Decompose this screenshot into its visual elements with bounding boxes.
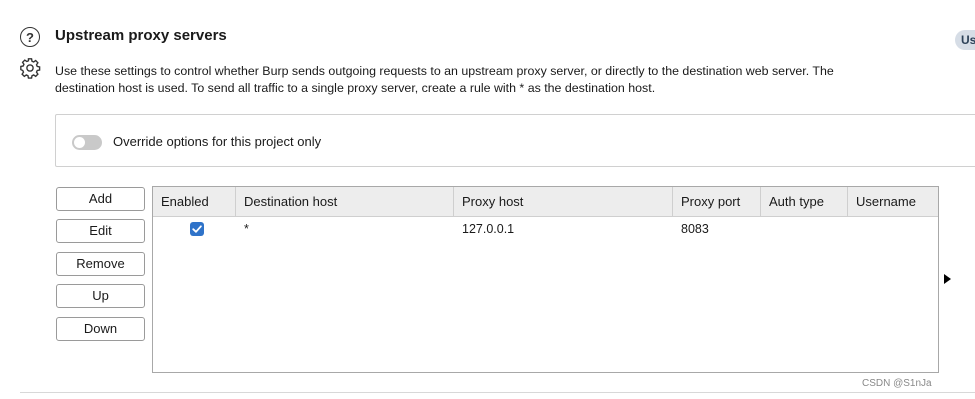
edit-button[interactable]: Edit bbox=[56, 219, 145, 243]
down-button[interactable]: Down bbox=[56, 317, 145, 341]
column-header-enabled[interactable]: Enabled bbox=[153, 187, 236, 217]
column-header-username[interactable]: Username bbox=[848, 187, 938, 217]
column-header-destination-host[interactable]: Destination host bbox=[236, 187, 454, 217]
cell-destination-host: * bbox=[244, 222, 249, 236]
section-title: Upstream proxy servers bbox=[55, 27, 227, 44]
column-header-auth-type[interactable]: Auth type bbox=[761, 187, 848, 217]
override-toggle[interactable] bbox=[72, 135, 102, 150]
gear-icon[interactable] bbox=[19, 57, 41, 79]
override-label: Override options for this project only bbox=[113, 134, 322, 149]
override-options-panel: Override options for this project only bbox=[55, 114, 975, 167]
cell-auth-type bbox=[761, 217, 769, 241]
enabled-checkbox[interactable] bbox=[190, 222, 204, 236]
description-line-2: destination host is used. To send all tr… bbox=[55, 81, 656, 95]
checkmark-icon bbox=[192, 225, 202, 233]
column-header-proxy-port[interactable]: Proxy port bbox=[673, 187, 761, 217]
toggle-knob bbox=[74, 137, 85, 148]
description-line-1: Use these settings to control whether Bu… bbox=[55, 64, 834, 78]
table-row[interactable]: * 127.0.0.1 8083 bbox=[153, 217, 938, 241]
table-header: Enabled Destination host Proxy host Prox… bbox=[153, 187, 938, 217]
add-button[interactable]: Add bbox=[56, 187, 145, 211]
proxy-rules-table[interactable]: Enabled Destination host Proxy host Prox… bbox=[152, 186, 939, 373]
remove-button[interactable]: Remove bbox=[56, 252, 145, 276]
cell-username bbox=[848, 217, 856, 241]
cell-proxy-host: 127.0.0.1 bbox=[462, 222, 515, 236]
section-divider bbox=[20, 392, 975, 393]
column-header-proxy-host[interactable]: Proxy host bbox=[454, 187, 673, 217]
cell-proxy-port: 8083 bbox=[681, 222, 709, 236]
use-settings-button[interactable]: Us bbox=[955, 30, 975, 50]
up-button[interactable]: Up bbox=[56, 284, 145, 308]
section-description: Use these settings to control whether Bu… bbox=[55, 63, 834, 97]
help-icon[interactable]: ? bbox=[20, 27, 40, 47]
expand-arrow-icon[interactable] bbox=[944, 274, 951, 284]
watermark: CSDN @S1nJa bbox=[862, 378, 932, 389]
